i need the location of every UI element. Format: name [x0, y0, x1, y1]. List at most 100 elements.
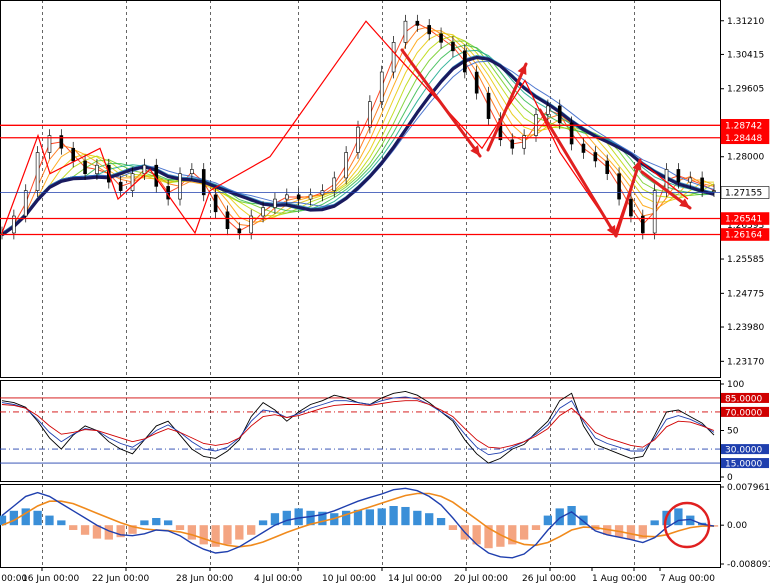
candle-body — [178, 173, 182, 200]
price-tick-label: 1.29605 — [727, 85, 764, 95]
candle-body — [130, 173, 135, 191]
candle-body — [427, 25, 432, 35]
macd-tick-label: 0.0079618 — [727, 483, 770, 493]
macd-tick-label: -0.0080917 — [727, 560, 770, 570]
macd-histogram-bar — [80, 525, 90, 535]
candle-body — [332, 177, 337, 191]
candle-body — [35, 152, 40, 191]
candle-body — [403, 20, 408, 43]
macd-histogram-bar — [531, 525, 541, 530]
candle-body — [213, 194, 218, 213]
zigzag-line — [1, 20, 689, 235]
price-level-label: 1.26541 — [725, 215, 762, 225]
macd-histogram-bar — [258, 520, 268, 526]
candle-body — [308, 194, 313, 200]
candle-body — [142, 164, 147, 174]
x-tick-label: 10 Jul 00:00 — [322, 574, 376, 584]
candle-body — [261, 207, 265, 217]
macd-histogram-bar — [199, 525, 208, 545]
x-tick-label: 20 Jul 00:00 — [454, 574, 508, 584]
x-tick-label: 22 Jun 00:00 — [92, 574, 149, 584]
macd-histogram-bar — [626, 525, 636, 540]
macd-panel[interactable]: 0.0079618 0.00 -0.0080917 — [0, 483, 770, 570]
candle-body — [700, 177, 704, 191]
candle-body — [629, 198, 633, 217]
candle-body — [95, 164, 99, 174]
x-tick-label: 16 Jun 00:00 — [22, 574, 79, 584]
candle-body — [237, 228, 242, 234]
macd-histogram-bar — [448, 525, 458, 530]
candle-body — [415, 20, 420, 26]
candle-body — [569, 122, 574, 145]
macd-histogram-bar — [377, 508, 386, 526]
x-tick-label: 28 Jun 00:00 — [176, 574, 233, 584]
candle-body — [510, 139, 515, 149]
stoch-level-label: 85.0000 — [725, 394, 762, 404]
candle-body — [712, 190, 716, 192]
price-tick-label: 1.30415 — [727, 50, 764, 60]
candle-body — [284, 194, 289, 200]
macd-histogram-bar — [187, 525, 197, 540]
macd-histogram-bar — [152, 517, 161, 526]
x-tick-label: 4 Jul 00:00 — [254, 574, 303, 584]
candle-body — [439, 33, 443, 43]
price-tick-label: 1.24775 — [727, 289, 764, 299]
stoch-tick-label: 100 — [727, 380, 744, 390]
stoch-tick-label: 0 — [727, 473, 733, 483]
candle-body — [0, 232, 4, 235]
macd-histogram-bar — [294, 508, 303, 526]
candle-body — [273, 198, 277, 208]
candle-body — [368, 101, 372, 128]
macd-histogram-bar — [223, 525, 232, 545]
candle-body — [605, 160, 610, 174]
x-tick-label: 26 Jul 00:00 — [522, 574, 576, 584]
price-tick-label: 1.23170 — [727, 357, 764, 367]
candle-body — [546, 105, 550, 115]
candle-body — [356, 126, 360, 153]
candle-body — [652, 190, 657, 234]
candle-body — [557, 105, 562, 124]
candle-body — [344, 152, 348, 179]
price-tick-label: 1.31210 — [727, 17, 764, 27]
macd-histogram-bar — [175, 525, 185, 530]
candle-body — [462, 50, 467, 73]
macd-histogram-bar — [235, 525, 244, 540]
stoch-level-label: 70.0000 — [725, 408, 762, 418]
candle-body — [617, 173, 621, 200]
price-level-label: 1.28448 — [725, 134, 762, 144]
macd-histogram-bar — [57, 520, 66, 526]
candle-body — [201, 169, 206, 196]
macd-histogram-bar — [45, 515, 54, 526]
macd-histogram-bar — [436, 517, 446, 526]
macd-histogram-bar — [163, 520, 173, 526]
price-level-label: 1.28742 — [725, 121, 762, 131]
macd-tick-label: 0.00 — [727, 521, 747, 531]
candle-body — [379, 71, 384, 102]
candle-body — [23, 190, 28, 217]
price-level-label: 1.27155 — [725, 189, 762, 199]
price-tick-label: 1.23980 — [727, 323, 764, 333]
macd-histogram-bar — [69, 525, 78, 530]
stoch-series-line — [1, 396, 715, 456]
candle-body — [486, 92, 491, 119]
macd-histogram-bar — [543, 515, 553, 526]
price-level-label: 1.26164 — [725, 231, 762, 241]
stoch-level-label: 30.0000 — [725, 446, 762, 456]
macd-histogram-bar — [33, 510, 42, 526]
price-tick-label: 1.28000 — [727, 153, 764, 163]
candle-body — [391, 42, 396, 73]
panel-frame — [0, 380, 721, 482]
trading-chart[interactable]: 1.31210 1.30415 1.29605 1.28000 1.25585 1.247… — [0, 0, 770, 585]
macd-histogram-bar — [247, 525, 256, 535]
candle-body — [451, 42, 455, 52]
candle-body — [688, 177, 693, 183]
macd-histogram-bar — [567, 506, 576, 526]
candle-body — [593, 152, 598, 162]
x-axis: 15 Jun 00:0016 Jun 00:0022 Jun 00:0028 J… — [0, 567, 715, 584]
candle-body — [474, 71, 479, 94]
macd-histogram-bar — [425, 513, 434, 526]
candle-body — [664, 169, 669, 191]
x-tick-label: 7 Aug 00:00 — [660, 574, 715, 584]
macd-histogram-bar — [140, 520, 149, 526]
stochastic-panel[interactable]: 100 50 0 85.0000 70.0000 30.0000 15.0000 — [0, 380, 769, 483]
